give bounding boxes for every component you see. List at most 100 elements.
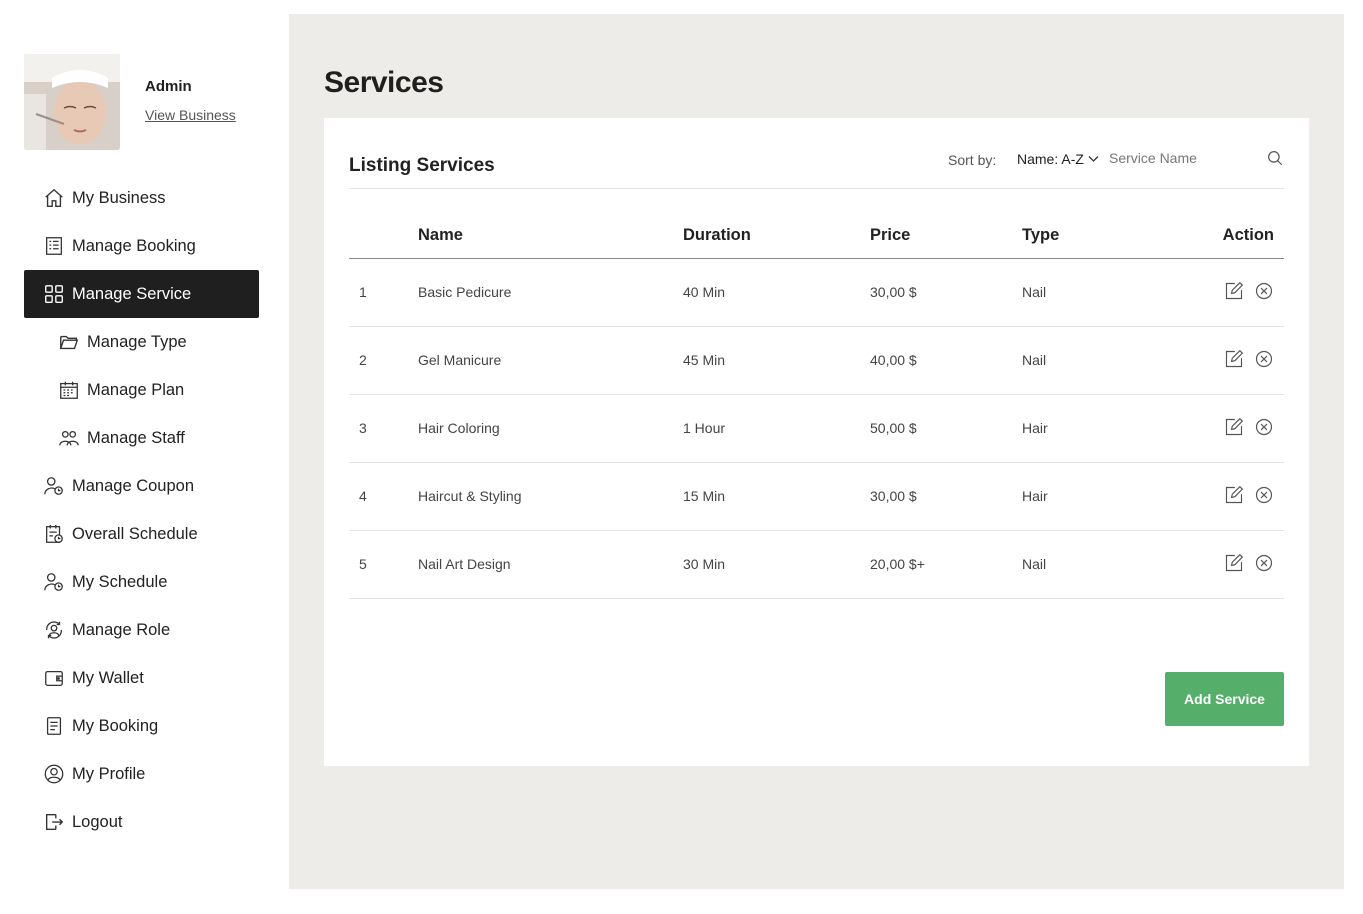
- cell-name: Basic Pedicure: [418, 258, 683, 327]
- sidebar-item-label: Manage Role: [72, 620, 171, 639]
- cell-action: [1172, 326, 1284, 395]
- table-row: 3 Hair Coloring 1 Hour 50,00 $ Hair: [349, 394, 1284, 463]
- sidebar-item-label: My Business: [72, 188, 166, 207]
- cell-price: 20,00 $+: [870, 530, 1022, 599]
- grid-icon: [43, 283, 65, 305]
- sidebar-item-my-profile[interactable]: My Profile: [24, 750, 259, 798]
- admin-name: Admin: [145, 78, 192, 95]
- table-row: 2 Gel Manicure 45 Min 40,00 $ Nail: [349, 326, 1284, 395]
- sidebar-item-manage-booking[interactable]: Manage Booking: [24, 222, 259, 270]
- search-icon[interactable]: [1266, 149, 1284, 167]
- sidebar-item-label: Manage Booking: [72, 236, 196, 255]
- cell-name: Gel Manicure: [418, 326, 683, 395]
- table-row: 5 Nail Art Design 30 Min 20,00 $+ Nail: [349, 530, 1284, 599]
- cell-action: [1172, 394, 1284, 463]
- cell-price: 30,00 $: [870, 462, 1022, 531]
- sidebar-item-overall-schedule[interactable]: Overall Schedule: [24, 510, 259, 558]
- home-icon: [43, 187, 65, 209]
- sidebar-item-manage-service[interactable]: Manage Service: [24, 270, 259, 318]
- logout-icon: [43, 811, 65, 833]
- edit-icon[interactable]: [1224, 281, 1244, 301]
- edit-icon[interactable]: [1224, 553, 1244, 573]
- sidebar-item-manage-role[interactable]: Manage Role: [24, 606, 259, 654]
- table-row: 4 Haircut & Styling 15 Min 30,00 $ Hair: [349, 462, 1284, 531]
- add-service-button[interactable]: Add Service: [1165, 672, 1284, 726]
- delete-icon[interactable]: [1254, 349, 1274, 369]
- cell-type: Nail: [1022, 326, 1172, 395]
- card-header: Listing Services Sort by: Name: A-Z: [349, 118, 1284, 189]
- delete-icon[interactable]: [1254, 485, 1274, 505]
- cell-name: Haircut & Styling: [418, 462, 683, 531]
- sidebar-item-label: My Wallet: [72, 668, 144, 687]
- cell-number: 2: [349, 326, 418, 395]
- sidebar-nav: My Business Manage Booking Manage Servic…: [24, 174, 259, 846]
- cell-type: Nail: [1022, 258, 1172, 327]
- sidebar-item-label: My Booking: [72, 716, 159, 735]
- schedule-icon: [43, 523, 65, 545]
- view-business-link[interactable]: View Business: [145, 107, 236, 123]
- table-row: 1 Basic Pedicure 40 Min 30,00 $ Nail: [349, 258, 1284, 327]
- column-header-duration: Duration: [683, 214, 870, 259]
- sidebar-item-manage-coupon[interactable]: Manage Coupon: [24, 462, 259, 510]
- sidebar-item-label: Manage Type: [87, 332, 187, 351]
- cell-duration: 45 Min: [683, 326, 870, 395]
- edit-icon[interactable]: [1224, 485, 1244, 505]
- sidebar-item-manage-type[interactable]: Manage Type: [24, 318, 259, 366]
- cell-duration: 1 Hour: [683, 394, 870, 463]
- sidebar-item-label: My Profile: [72, 764, 146, 783]
- cell-price: 30,00 $: [870, 258, 1022, 327]
- cell-name: Nail Art Design: [418, 530, 683, 599]
- user-clock-icon: [43, 475, 65, 497]
- user-clock-icon: [43, 571, 65, 593]
- sidebar-item-manage-plan[interactable]: Manage Plan: [24, 366, 259, 414]
- cell-number: 5: [349, 530, 418, 599]
- avatar: [24, 54, 120, 150]
- chevron-down-icon: [1088, 156, 1099, 162]
- cell-action: [1172, 462, 1284, 531]
- cell-number: 3: [349, 394, 418, 463]
- sidebar-item-manage-staff[interactable]: Manage Staff: [24, 414, 259, 462]
- main-content: Services Listing Services Sort by: Name:…: [289, 14, 1344, 889]
- document-icon: [43, 715, 65, 737]
- cell-name: Hair Coloring: [418, 394, 683, 463]
- sidebar-item-my-wallet[interactable]: My Wallet: [24, 654, 259, 702]
- wallet-icon: [43, 667, 65, 689]
- profile-block: Admin View Business: [24, 54, 236, 150]
- column-header-type: Type: [1022, 214, 1172, 259]
- folder-icon: [58, 331, 80, 353]
- cell-type: Hair: [1022, 394, 1172, 463]
- sidebar-item-label: Manage Plan: [87, 380, 185, 399]
- search-input[interactable]: [1109, 150, 1254, 166]
- edit-icon[interactable]: [1224, 349, 1244, 369]
- delete-icon[interactable]: [1254, 281, 1274, 301]
- role-icon: [43, 619, 65, 641]
- sidebar-item-my-booking[interactable]: My Booking: [24, 702, 259, 750]
- column-header-name: Name: [418, 214, 683, 259]
- sidebar-item-label: My Schedule: [72, 572, 168, 591]
- sidebar-item-label: Manage Coupon: [72, 476, 195, 495]
- sidebar: Admin View Business My Business Manage B…: [0, 0, 289, 914]
- delete-icon[interactable]: [1254, 417, 1274, 437]
- services-card: Listing Services Sort by: Name: A-Z Name…: [324, 118, 1309, 766]
- sidebar-item-my-business[interactable]: My Business: [24, 174, 259, 222]
- page-title: Services: [324, 66, 444, 99]
- sidebar-item-my-schedule[interactable]: My Schedule: [24, 558, 259, 606]
- calendar-icon: [58, 379, 80, 401]
- sort-label: Sort by:: [948, 152, 997, 168]
- sort-value: Name: A-Z: [1017, 151, 1084, 167]
- cell-price: 50,00 $: [870, 394, 1022, 463]
- sidebar-item-label: Overall Schedule: [72, 524, 198, 543]
- sidebar-item-label: Manage Staff: [87, 428, 185, 447]
- sidebar-item-label: Logout: [72, 812, 123, 831]
- delete-icon[interactable]: [1254, 553, 1274, 573]
- edit-icon[interactable]: [1224, 417, 1244, 437]
- cell-type: Nail: [1022, 530, 1172, 599]
- cell-duration: 15 Min: [683, 462, 870, 531]
- cell-action: [1172, 258, 1284, 327]
- cell-duration: 40 Min: [683, 258, 870, 327]
- cell-type: Hair: [1022, 462, 1172, 531]
- cell-action: [1172, 530, 1284, 599]
- sidebar-item-logout[interactable]: Logout: [24, 798, 259, 846]
- sort-select[interactable]: Name: A-Z: [1017, 151, 1099, 167]
- user-circle-icon: [43, 763, 65, 785]
